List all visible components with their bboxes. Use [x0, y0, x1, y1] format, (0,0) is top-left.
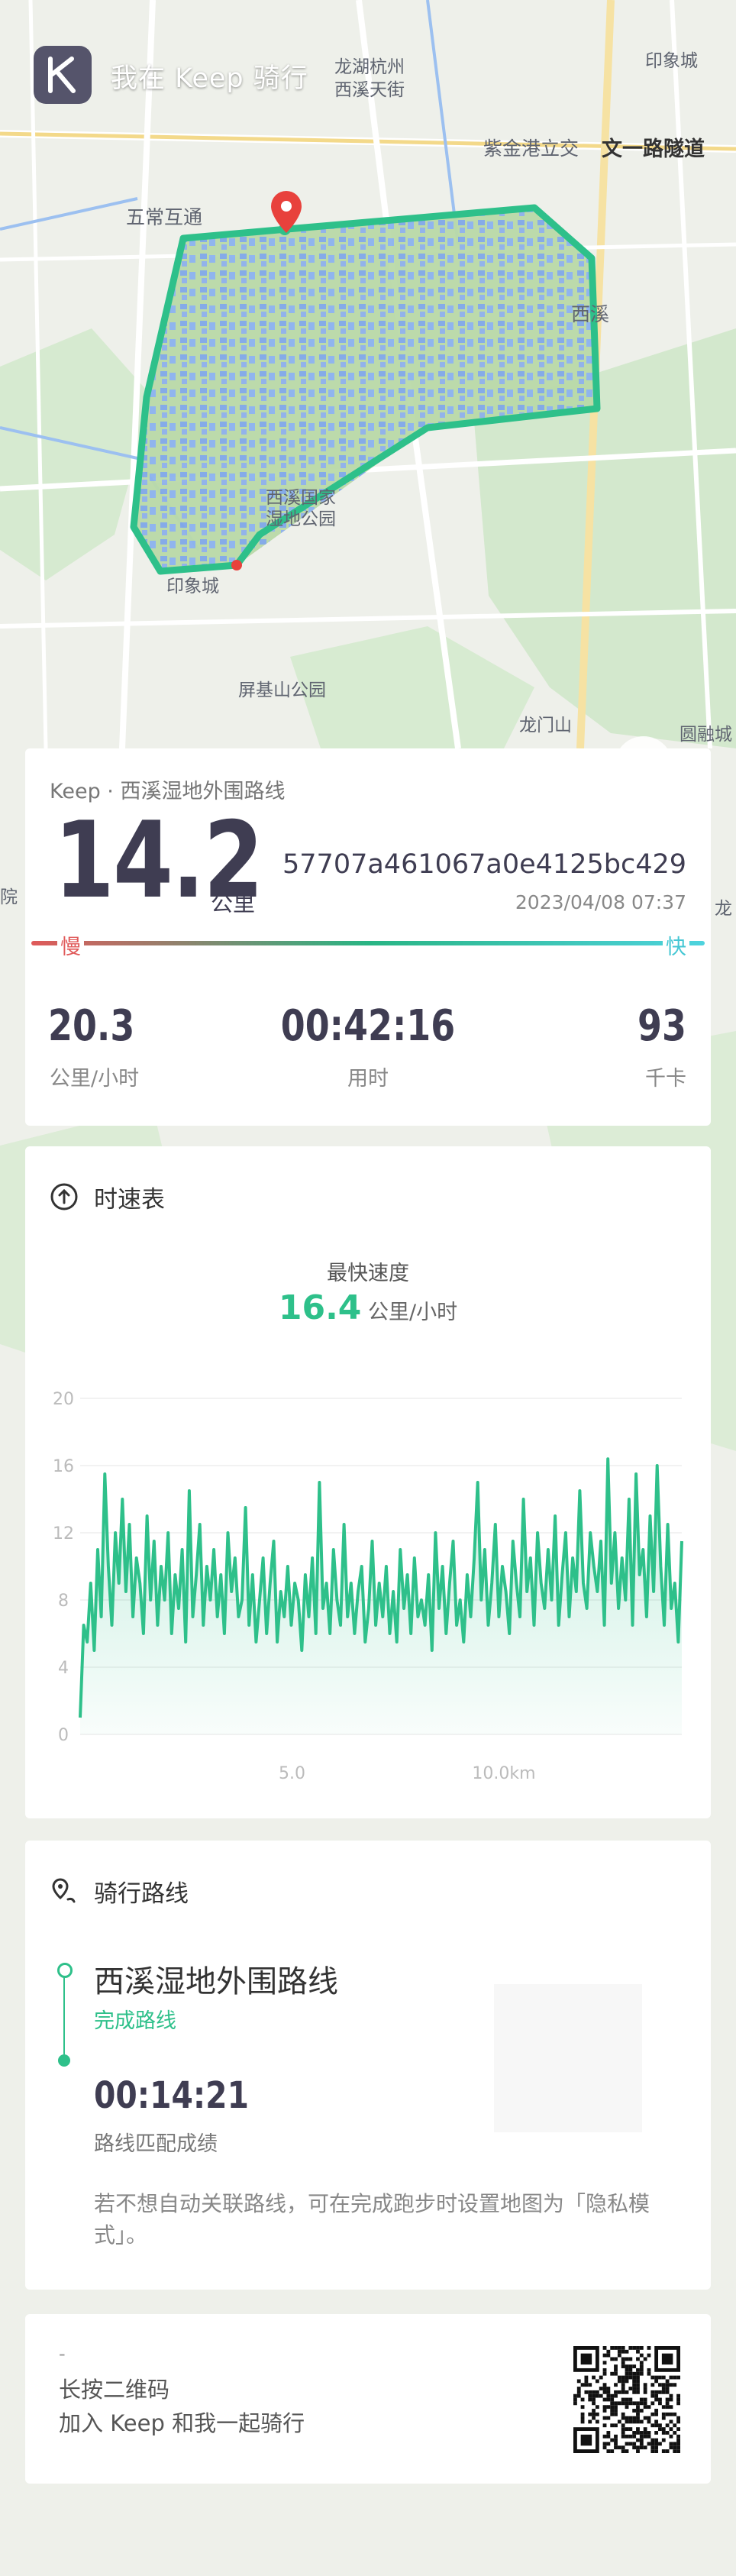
x-tick-label: 10.0km [472, 1764, 535, 1783]
map-label: 五常互通 [126, 206, 203, 228]
keep-k-icon [48, 57, 76, 93]
y-tick-label: 16 [53, 1457, 74, 1476]
summary-card: Keep · 西溪湿地外围路线 14.2 公里 57707a461067a0e4… [25, 748, 711, 1126]
route-pin-icon [52, 1878, 76, 1903]
map-label: 紫金港立交 [483, 137, 579, 160]
speedometer-icon [50, 1183, 78, 1210]
fastest-speed-unit: 公里/小时 [368, 1301, 458, 1324]
y-tick-label: 0 [58, 1726, 69, 1745]
map-label: 湿地公园 [266, 509, 336, 529]
map-label: 院 [0, 887, 18, 907]
fastest-speed-value: 16.4 [278, 1288, 362, 1327]
route-card-title: 骑行路线 [94, 1879, 189, 1908]
route-privacy-note: 若不想自动关联路线，可在完成跑步时设置地图为「隐私模式」。 [94, 2191, 650, 2248]
keep-logo [34, 46, 92, 104]
distance-unit: 公里 [211, 890, 256, 916]
map-label: 龙门山 [519, 716, 572, 735]
x-tick-label: 5.0 [279, 1764, 305, 1783]
map-label: 印象城 [166, 577, 219, 596]
speed-gradient-bar [31, 941, 705, 945]
route-match-time-label: 路线匹配成绩 [94, 2132, 218, 2156]
fastest-speed-row: 16.4 公里/小时 [25, 1288, 711, 1327]
qr-code[interactable] [573, 2346, 680, 2453]
qr-card: - 长按二维码 加入 Keep 和我一起骑行 [25, 2314, 711, 2484]
header-title: 我在 Keep 骑行 [111, 63, 308, 94]
qr-dash: - [59, 2343, 66, 2364]
duration-value: 00:42:16 [280, 1001, 456, 1051]
route-timeline-end-dot [58, 2054, 70, 2067]
map-label: 西溪天街 [334, 80, 405, 100]
calories-value: 93 [638, 1001, 686, 1051]
route-name[interactable]: 西溪湿地外围路线 [94, 1957, 338, 2001]
speed-card-title: 时速表 [94, 1185, 165, 1214]
map-label: 印象城 [645, 51, 698, 71]
calories-label: 千卡 [645, 1067, 686, 1091]
record-datetime: 2023/04/08 07:37 [515, 891, 686, 913]
speed-chart-card: 时速表 最快速度 16.4 公里/小时 0 4 8 12 16 20 5.0 10.0km [25, 1146, 711, 1818]
map-label: 龙湖杭州 [334, 57, 405, 77]
y-tick-label: 4 [58, 1659, 69, 1678]
map-label: 屏基山公园 [238, 680, 326, 700]
qr-line-1: 长按二维码 [59, 2377, 170, 2403]
route-match-time: 00:14:21 [94, 2074, 249, 2117]
fast-label: 快 [663, 930, 689, 960]
qr-line-2: 加入 Keep 和我一起骑行 [59, 2410, 305, 2436]
duration-label: 用时 [347, 1067, 389, 1091]
map-label: 西溪 [571, 303, 610, 325]
y-tick-label: 8 [58, 1592, 69, 1611]
route-timeline-start-dot [57, 1963, 73, 1978]
map-label: 文一路隧道 [602, 137, 705, 161]
y-tick-label: 12 [53, 1524, 74, 1543]
route-thumbnail[interactable] [494, 1984, 642, 2132]
speed-chart: 0 4 8 12 16 20 5.0 10.0km [53, 1390, 683, 1783]
map-label: 龙 [715, 899, 732, 919]
speed-card-header: 时速表 [50, 1181, 165, 1214]
route-card-header: 骑行路线 [50, 1876, 189, 1908]
map-label: 圆融城 [680, 725, 732, 745]
route-card: 骑行路线 西溪湿地外围路线 完成路线 00:14:21 路线匹配成绩 若不想自动… [25, 1841, 711, 2290]
fastest-speed-label: 最快速度 [327, 1262, 409, 1285]
route-status: 完成路线 [94, 2009, 176, 2033]
y-tick-label: 20 [53, 1390, 74, 1409]
route-timeline-line [63, 1970, 65, 2054]
record-id: 57707a461067a0e4125bc429 [282, 849, 686, 880]
slow-label: 慢 [57, 930, 84, 960]
